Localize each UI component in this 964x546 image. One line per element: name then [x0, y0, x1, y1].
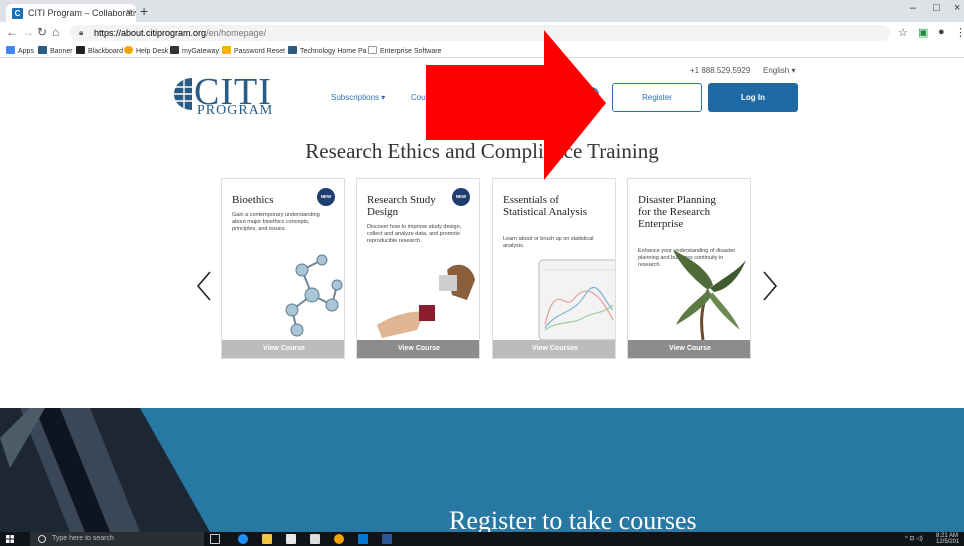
view-course-button[interactable]: View Course	[357, 340, 479, 358]
card-title: Research Study Design	[367, 194, 436, 218]
windswept-palm-illustration-icon	[673, 250, 746, 340]
bookmark-technology-home[interactable]: Technology Home Pa	[288, 46, 367, 55]
browser-tab-strip: C CITI Program – Collaborative Ins × + –…	[0, 0, 964, 22]
bookmark-star-icon[interactable]: ☆	[898, 26, 908, 39]
bookmark-help-desk[interactable]: Help Desk	[124, 46, 168, 55]
url-domain: https://about.citiprogram.org	[94, 28, 207, 38]
course-card-statistical-analysis[interactable]: Essentials of Statistical Analysis Learn…	[492, 178, 616, 359]
nav-subscriptions[interactable]: Subscriptions ▾	[331, 93, 385, 102]
mail-icon[interactable]	[310, 534, 320, 544]
forward-arrow-icon[interactable]: →	[22, 25, 34, 39]
view-course-button[interactable]: View Course	[628, 340, 750, 358]
course-card-disaster-planning[interactable]: Disaster Planning for the Research Enter…	[627, 178, 751, 359]
taskbar-clock-date[interactable]: 12/5/201	[936, 539, 959, 545]
course-card-research-study-design[interactable]: Research Study Design NEW Discover how t…	[356, 178, 480, 359]
phone-number[interactable]: +1 888.529.5929	[690, 66, 750, 75]
logo-program-text: PROGRAM	[197, 103, 274, 118]
blackboard-icon	[76, 46, 85, 54]
browser-tab[interactable]: C CITI Program – Collaborative Ins ×	[6, 4, 136, 22]
bookmark-password-reset[interactable]: Password Reset	[222, 46, 285, 55]
register-button[interactable]: Register	[612, 83, 702, 112]
login-button[interactable]: Log In	[708, 83, 798, 112]
language-selector[interactable]: English ▾	[763, 66, 795, 75]
puzzle-hands-illustration-icon	[377, 264, 475, 338]
menu-kebab-icon[interactable]: ⋮	[955, 26, 964, 39]
windows-taskbar: Type here to search ^ ⊡ ◁) 8:21 AM 12/5/…	[0, 532, 964, 546]
carousel-prev-icon[interactable]	[196, 270, 212, 302]
tab-close-icon[interactable]: ×	[126, 4, 132, 22]
task-view-icon[interactable]	[210, 534, 220, 544]
maximize-button[interactable]: □	[933, 2, 940, 14]
banner-heading: Register to take courses	[449, 506, 697, 532]
profile-icon[interactable]: ●	[938, 26, 945, 38]
bookmark-mygateway[interactable]: myGateway	[170, 46, 219, 55]
system-tray-icons[interactable]: ^ ⊡ ◁)	[905, 536, 923, 542]
carousel-next-icon[interactable]	[762, 270, 778, 302]
help-desk-icon	[124, 46, 133, 54]
lock-icon: 🔒︎	[79, 28, 84, 37]
view-courses-button[interactable]: View Courses	[493, 340, 615, 358]
taskbar-search-placeholder: Type here to search	[52, 535, 114, 542]
url-path: /en/homepage/	[206, 28, 267, 38]
new-badge: NEW	[452, 188, 470, 206]
word-icon[interactable]	[382, 534, 392, 544]
view-course-button[interactable]: View Course	[222, 340, 344, 358]
cortana-icon	[38, 535, 46, 543]
apps-grid-icon	[6, 46, 15, 54]
tablet-graph-illustration-icon	[538, 259, 615, 340]
new-badge: NEW	[317, 188, 335, 206]
outlook-icon[interactable]	[358, 534, 368, 544]
page-icon	[368, 46, 377, 54]
chrome-icon[interactable]	[334, 534, 344, 544]
home-icon[interactable]: ⌂	[52, 25, 59, 39]
banner-icon	[38, 46, 47, 54]
bookmark-apps[interactable]: Apps	[6, 46, 34, 55]
mygateway-icon	[170, 46, 179, 54]
minimize-button[interactable]: –	[910, 2, 916, 14]
edge-browser-icon[interactable]	[238, 534, 248, 544]
reload-icon[interactable]: ↻	[37, 25, 47, 39]
taskbar-search-input[interactable]: Type here to search	[30, 532, 204, 546]
new-tab-button[interactable]: +	[140, 3, 148, 19]
red-pointer-arrow-icon	[426, 30, 606, 180]
card-title: Essentials of Statistical Analysis	[503, 194, 588, 218]
citi-program-logo[interactable]: CITI PROGRAM	[172, 71, 282, 120]
extension-icon[interactable]: ▣	[918, 26, 928, 39]
close-window-button[interactable]: ×	[954, 2, 960, 14]
card-description: Gain a contemporary understanding about …	[232, 212, 320, 232]
back-arrow-icon[interactable]: ←	[6, 25, 18, 39]
course-card-bioethics[interactable]: Bioethics NEW Gain a contemporary unders…	[221, 178, 345, 359]
tab-title: CITI Program – Collaborative Ins	[28, 8, 136, 18]
register-banner: Register to take courses	[0, 408, 964, 532]
nav-courses[interactable]: Cou	[411, 93, 426, 102]
password-reset-icon	[222, 46, 231, 54]
citi-favicon-icon: C	[12, 8, 23, 19]
bookmark-banner[interactable]: Banner	[38, 46, 73, 55]
windows-start-icon[interactable]	[6, 535, 14, 543]
bookmark-blackboard[interactable]: Blackboard	[76, 46, 123, 55]
businessman-photo-icon	[0, 408, 210, 532]
globe-logo-icon	[174, 78, 192, 110]
store-icon[interactable]	[286, 534, 296, 544]
file-explorer-icon[interactable]	[262, 534, 272, 544]
molecule-illustration-icon	[285, 254, 343, 337]
technology-home-icon	[288, 46, 297, 54]
card-title: Disaster Planning for the Research Enter…	[638, 194, 716, 230]
card-title: Bioethics	[232, 194, 274, 206]
